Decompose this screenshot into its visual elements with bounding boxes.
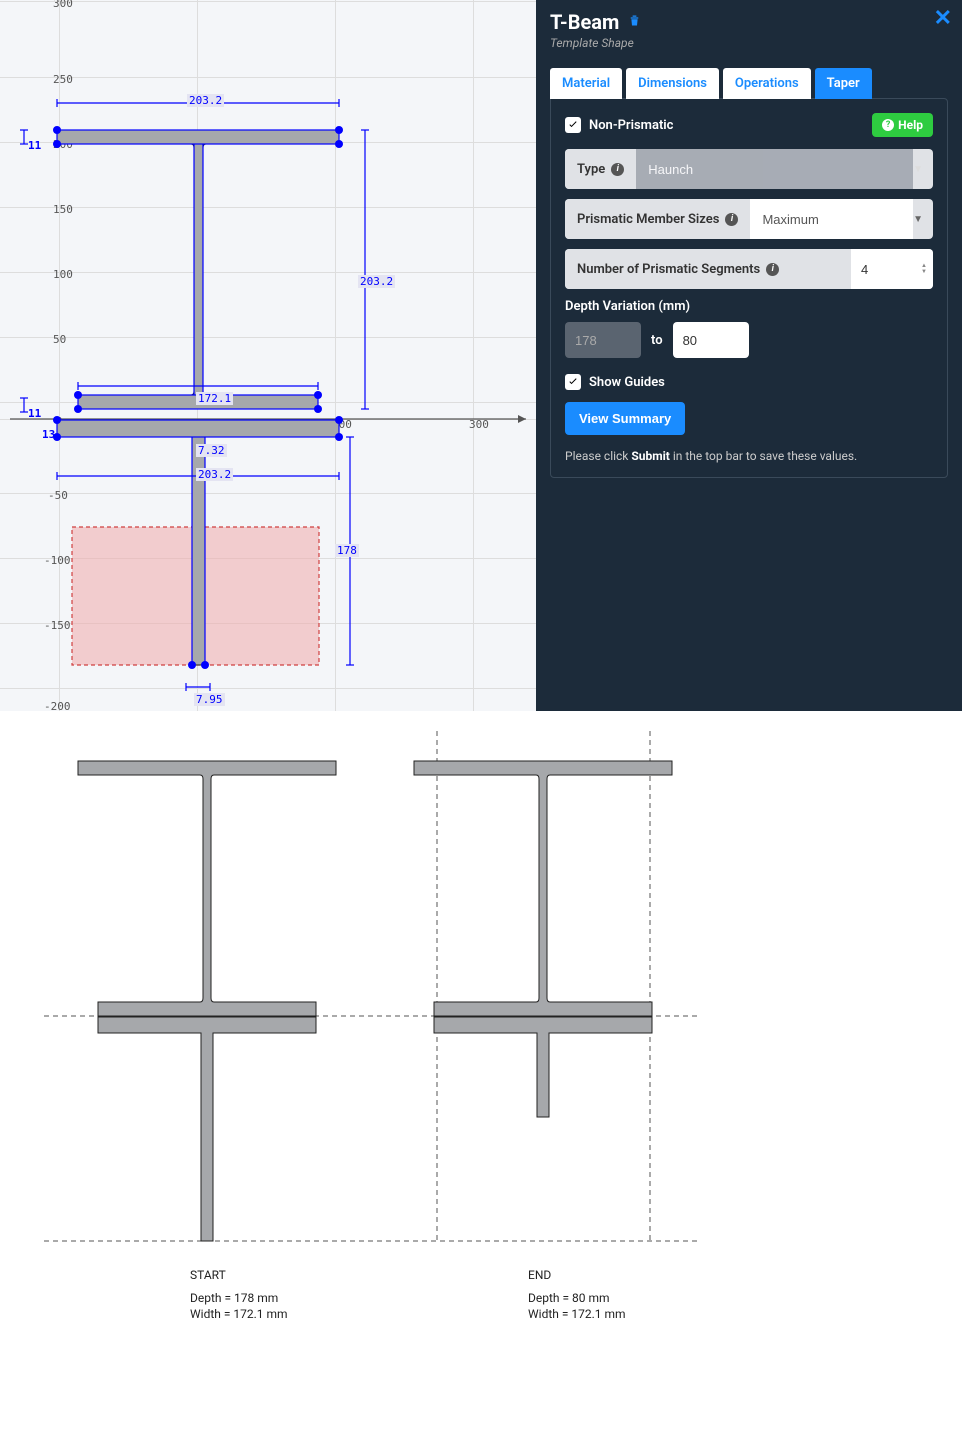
depth-variation-label: Depth Variation (mm) [565,299,933,314]
prismatic-sizes-group: Prismatic Member Sizesi Maximum ▼ [565,199,933,239]
type-select-group: Typei Haunch ▼ [565,149,933,189]
panel-title: T-Beam [550,10,619,34]
start-label: START [190,1268,226,1282]
dim-tbeam-web: 7.95 [194,693,225,706]
tab-operations[interactable]: Operations [723,68,811,99]
to-label: to [651,333,663,348]
help-icon: ? [882,119,894,131]
end-width: Width = 172.1 mm [528,1307,626,1321]
info-icon[interactable]: i [611,163,624,176]
chevron-down-icon: ▼ [913,214,923,225]
tab-dimensions[interactable]: Dimensions [626,68,719,99]
dim-flange2: 11 [28,407,41,420]
help-button[interactable]: ? Help [872,113,933,137]
tab-material[interactable]: Material [550,68,622,99]
chevron-down-icon: ▼ [913,164,923,175]
type-select[interactable]: Haunch [636,149,913,189]
end-label: END [528,1268,551,1282]
segments-spinner[interactable]: ▲▼ [921,249,933,289]
dim-flange3: 13 [42,428,55,441]
non-prismatic-label: Non-Prismatic [589,118,673,133]
view-summary-button[interactable]: View Summary [565,402,685,435]
prismatic-sizes-select[interactable]: Maximum [750,199,913,239]
end-depth: Depth = 80 mm [528,1291,610,1305]
dim-overall-depth: 203.2 [358,275,395,288]
delete-icon[interactable] [627,13,642,32]
dim-bottom-width: 203.2 [196,468,233,481]
tab-taper[interactable]: Taper [815,68,872,99]
profile-canvas[interactable]: 300 250 200 150 100 50 0 -50 -100 -150 -… [0,0,536,711]
dim-tbeam-depth: 178 [335,544,359,557]
dim-top-width: 203.2 [187,94,224,107]
guide-preview: START END Depth = 178 mm Width = 172.1 m… [0,711,962,1434]
close-icon[interactable]: ✕ [934,6,952,31]
non-prismatic-checkbox[interactable] [565,117,581,133]
depth-to-input[interactable] [673,322,749,358]
segments-group: Number of Prismatic Segmentsi ▲▼ [565,249,933,289]
start-width: Width = 172.1 mm [190,1307,288,1321]
info-icon[interactable]: i [725,213,738,226]
properties-panel: ✕ T-Beam Template Shape Material Dimensi… [536,0,962,711]
dim-mid-width: 172.1 [196,392,233,405]
segments-input[interactable] [851,249,921,289]
depth-from-input [565,322,641,358]
panel-subtitle: Template Shape [550,36,948,50]
start-depth: Depth = 178 mm [190,1291,278,1305]
submit-note: Please click Submit in the top bar to sa… [565,449,933,463]
dim-web1: 7.32 [196,444,227,457]
show-guides-checkbox[interactable] [565,374,581,390]
info-icon[interactable]: i [766,263,779,276]
dim-flange1: 11 [28,139,41,152]
show-guides-label: Show Guides [589,375,665,390]
